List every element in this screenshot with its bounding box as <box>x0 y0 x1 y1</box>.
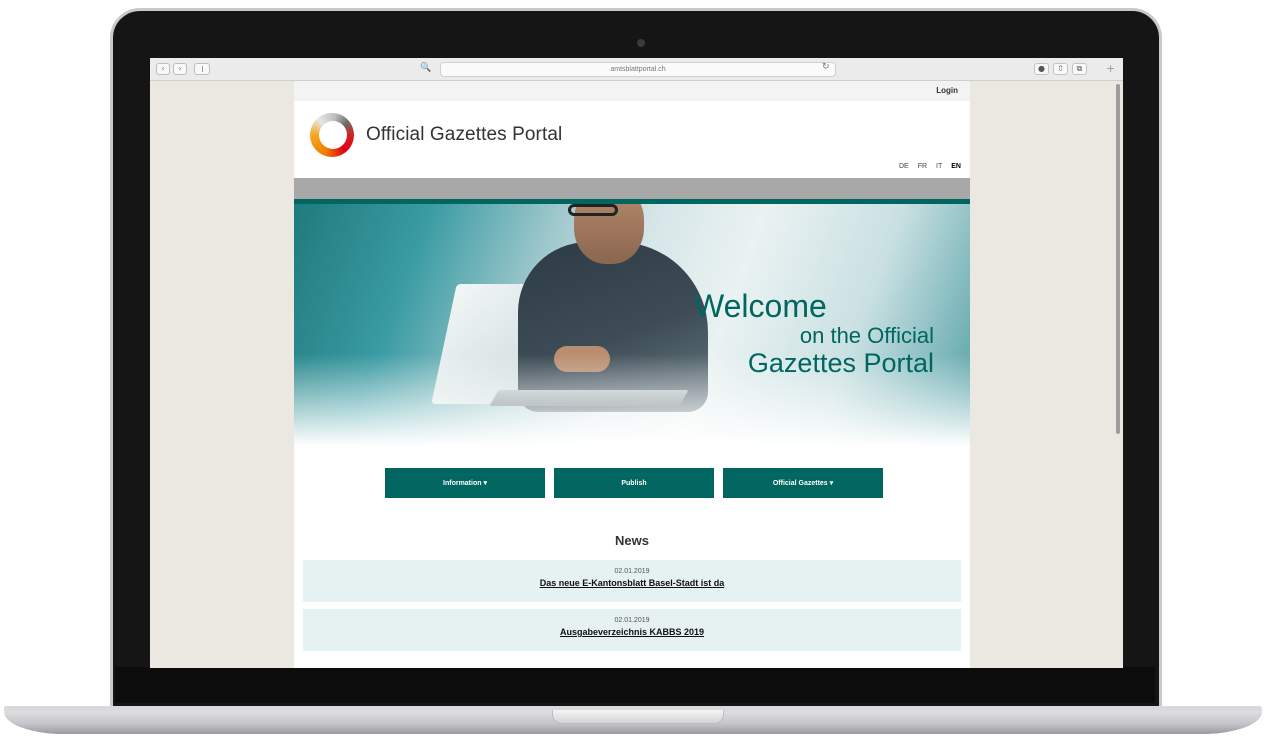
portal-logo[interactable] <box>310 113 354 157</box>
reload-icon[interactable]: ↻ <box>822 62 830 72</box>
hero-line-3: Gazettes Portal <box>747 348 934 378</box>
search-icon[interactable]: 🔍 <box>420 63 431 73</box>
news-link[interactable]: Das neue E-Kantonsblatt Basel-Stadt ist … <box>303 578 961 588</box>
laptop-base <box>4 706 1262 734</box>
new-tab-icon[interactable]: + <box>1106 62 1115 75</box>
hero-line-1: Welcome <box>694 288 827 324</box>
forward-icon[interactable]: › <box>173 63 187 75</box>
tabs-icon[interactable]: ⧉ <box>1072 63 1087 75</box>
extension-icon[interactable]: ● <box>1034 63 1049 75</box>
top-strip: Login <box>294 81 970 101</box>
web-page: Login Official Gazettes Portal DE FR IT … <box>294 81 970 668</box>
news-date: 02.01.2019 <box>614 617 650 624</box>
lang-fr[interactable]: FR <box>918 163 927 170</box>
browser-right-buttons: ● ⇧ ⧉ <box>1034 63 1087 75</box>
sidebar-toggle-icon[interactable] <box>194 63 210 75</box>
hero-glasses <box>568 204 618 216</box>
logo-center <box>319 121 347 149</box>
hero-banner: Welcome on the Official Gazettes Portal <box>294 204 970 446</box>
lang-de[interactable]: DE <box>899 163 909 170</box>
page-scrollbar[interactable] <box>1116 84 1120 434</box>
hero-line-2: on the Official <box>799 323 934 348</box>
back-icon[interactable]: ‹ <box>156 63 170 75</box>
news-item: 02.01.2019 Ausgabeverzeichnis KABBS 2019 <box>303 609 961 651</box>
address-bar[interactable]: amtsblattportal.ch <box>440 62 836 77</box>
login-link[interactable]: Login <box>936 86 958 95</box>
camera-icon <box>637 39 645 47</box>
information-button[interactable]: Information ▾ <box>385 468 545 498</box>
news-item: 02.01.2019 Das neue E-Kantonsblatt Basel… <box>303 560 961 602</box>
publish-button[interactable]: Publish <box>554 468 714 498</box>
lang-en[interactable]: EN <box>951 163 961 170</box>
hero-welcome-text: Welcome on the Official Gazettes Portal <box>694 289 934 378</box>
news-link[interactable]: Ausgabeverzeichnis KABBS 2019 <box>303 627 961 637</box>
main-nav-buttons: Information ▾ Publish Official Gazettes … <box>385 468 883 498</box>
laptop-bezel <box>115 667 1155 703</box>
laptop-notch <box>552 710 724 724</box>
site-title[interactable]: Official Gazettes Portal <box>366 124 562 146</box>
browser-toolbar: ‹ › 🔍 amtsblattportal.ch ↻ ● ⇧ ⧉ + <box>150 58 1123 81</box>
official-gazettes-button[interactable]: Official Gazettes ▾ <box>723 468 883 498</box>
news-heading: News <box>615 533 649 548</box>
browser-nav-buttons: ‹ › <box>156 63 187 75</box>
share-icon[interactable]: ⇧ <box>1053 63 1068 75</box>
language-switcher: DE FR IT EN <box>899 163 961 170</box>
news-date: 02.01.2019 <box>614 568 650 575</box>
laptop-screen: ‹ › 🔍 amtsblattportal.ch ↻ ● ⇧ ⧉ + Login… <box>150 58 1123 668</box>
lang-it[interactable]: IT <box>936 163 942 170</box>
header-band <box>294 178 970 199</box>
